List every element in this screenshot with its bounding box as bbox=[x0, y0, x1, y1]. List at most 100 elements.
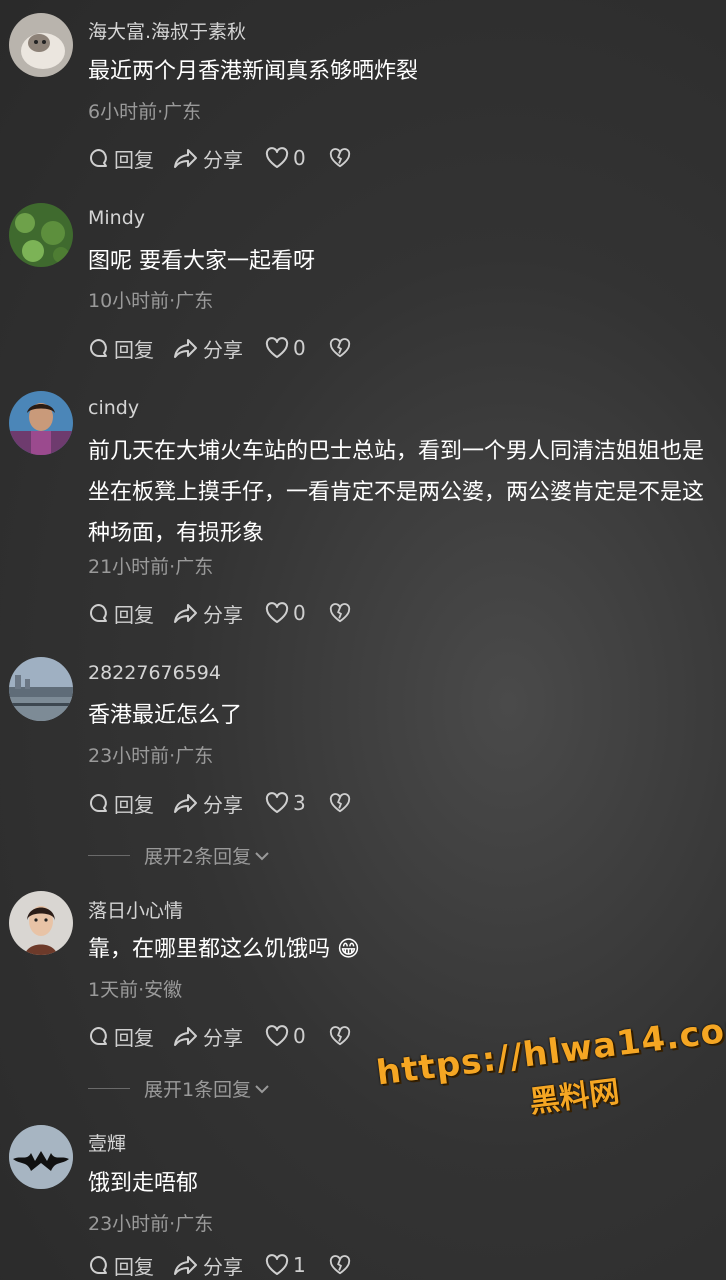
divider-line bbox=[88, 1088, 130, 1089]
broken-heart-icon bbox=[329, 603, 350, 623]
like-count: 1 bbox=[293, 1253, 306, 1277]
like-button[interactable]: 0 bbox=[265, 336, 306, 360]
like-button[interactable]: 1 bbox=[265, 1253, 306, 1277]
reply-bubble-icon bbox=[90, 1256, 107, 1274]
comment-meta: 10小时前·广东 bbox=[88, 290, 214, 312]
share-button[interactable]: 分享 bbox=[173, 144, 243, 173]
broken-heart-icon bbox=[329, 793, 350, 813]
share-button[interactable]: 分享 bbox=[173, 789, 243, 818]
like-count: 0 bbox=[293, 146, 306, 170]
expand-replies-button[interactable]: 展开2条回复 bbox=[88, 842, 271, 869]
expand-replies-label: 展开1条回复 bbox=[144, 1079, 252, 1101]
avatar[interactable] bbox=[9, 203, 73, 267]
reply-bubble-icon bbox=[90, 1027, 107, 1045]
share-button[interactable]: 分享 bbox=[173, 599, 243, 628]
chevron-down-icon bbox=[255, 1084, 269, 1093]
watermark: https://hlwa14.com 黑料网 bbox=[374, 1007, 726, 1140]
comment-actions: 回复 分享 3 bbox=[88, 788, 351, 818]
divider-line bbox=[88, 855, 130, 856]
dislike-button[interactable] bbox=[329, 338, 351, 358]
like-count: 0 bbox=[293, 601, 306, 625]
comment-actions: 回复 分享 0 bbox=[88, 1021, 351, 1051]
comment-text: 香港最近怎么了 bbox=[88, 703, 243, 728]
reply-label: 回复 bbox=[114, 792, 154, 817]
like-count: 0 bbox=[293, 336, 306, 360]
avatar[interactable] bbox=[9, 891, 73, 955]
comment-meta: 6小时前·广东 bbox=[88, 101, 202, 123]
share-arrow-icon bbox=[174, 339, 197, 358]
comment-meta: 1天前·安徽 bbox=[88, 979, 183, 1001]
heart-icon bbox=[265, 792, 289, 813]
broken-heart-icon bbox=[329, 1255, 350, 1275]
like-button[interactable]: 0 bbox=[265, 1024, 306, 1048]
expand-replies-button[interactable]: 展开1条回复 bbox=[88, 1075, 271, 1102]
reply-button[interactable]: 回复 bbox=[88, 334, 154, 363]
broken-heart-icon bbox=[329, 148, 350, 168]
username[interactable]: 壹輝 bbox=[88, 1129, 126, 1156]
share-button[interactable]: 分享 bbox=[173, 334, 243, 363]
like-count: 0 bbox=[293, 1024, 306, 1048]
reply-label: 回复 bbox=[114, 602, 154, 627]
heart-icon bbox=[265, 1254, 289, 1275]
share-label: 分享 bbox=[203, 792, 243, 817]
like-count: 3 bbox=[293, 791, 306, 815]
reply-bubble-icon bbox=[90, 794, 107, 812]
share-label: 分享 bbox=[203, 337, 243, 362]
username[interactable]: 28227676594 bbox=[88, 662, 221, 684]
share-label: 分享 bbox=[203, 147, 243, 172]
comment-meta: 21小时前·广东 bbox=[88, 556, 214, 578]
share-button[interactable]: 分享 bbox=[173, 1022, 243, 1051]
avatar[interactable] bbox=[9, 1125, 73, 1189]
avatar[interactable] bbox=[9, 657, 73, 721]
comment-actions: 回复 分享 0 bbox=[88, 143, 351, 173]
chevron-down-icon bbox=[255, 851, 269, 860]
like-button[interactable]: 0 bbox=[265, 601, 306, 625]
dislike-button[interactable] bbox=[329, 603, 351, 623]
dislike-button[interactable] bbox=[329, 793, 351, 813]
reply-bubble-icon bbox=[90, 149, 107, 167]
share-arrow-icon bbox=[174, 1256, 197, 1275]
avatar[interactable] bbox=[9, 13, 73, 77]
heart-icon bbox=[265, 1025, 289, 1046]
dislike-button[interactable] bbox=[329, 1255, 351, 1275]
comment-meta: 23小时前·广东 bbox=[88, 1213, 214, 1235]
broken-heart-icon bbox=[329, 1026, 350, 1046]
comment-text: 最近两个月香港新闻真系够晒炸裂 bbox=[88, 59, 419, 84]
share-label: 分享 bbox=[203, 602, 243, 627]
reply-label: 回复 bbox=[114, 1254, 154, 1279]
like-button[interactable]: 0 bbox=[265, 146, 306, 170]
reply-button[interactable]: 回复 bbox=[88, 1022, 154, 1051]
username[interactable]: 落日小心情 bbox=[88, 896, 183, 923]
heart-icon bbox=[265, 147, 289, 168]
dislike-button[interactable] bbox=[329, 148, 351, 168]
username[interactable]: 海大富.海叔于素秋 bbox=[88, 17, 246, 44]
comment-text: 前几天在大埔火车站的巴士总站，看到一个男人同清洁姐姐也是坐在板凳上摸手仔，一看肯… bbox=[88, 439, 705, 546]
comment-text: 靠，在哪里都这么饥饿吗 😁 bbox=[88, 937, 360, 962]
like-button[interactable]: 3 bbox=[265, 791, 306, 815]
username[interactable]: cindy bbox=[88, 397, 139, 419]
avatar[interactable] bbox=[9, 391, 73, 455]
comment-text: 饿到走唔郁 bbox=[88, 1171, 199, 1196]
comment-actions: 回复 分享 1 bbox=[88, 1250, 351, 1280]
share-button[interactable]: 分享 bbox=[173, 1251, 243, 1280]
reply-bubble-icon bbox=[90, 339, 107, 357]
broken-heart-icon bbox=[329, 338, 350, 358]
reply-label: 回复 bbox=[114, 1025, 154, 1050]
share-arrow-icon bbox=[174, 604, 197, 623]
comment-meta: 23小时前·广东 bbox=[88, 745, 214, 767]
heart-icon bbox=[265, 602, 289, 623]
share-label: 分享 bbox=[203, 1254, 243, 1279]
username[interactable]: Mindy bbox=[88, 207, 145, 229]
reply-button[interactable]: 回复 bbox=[88, 789, 154, 818]
expand-replies-label: 展开2条回复 bbox=[144, 846, 252, 868]
comment-actions: 回复 分享 0 bbox=[88, 333, 351, 363]
reply-button[interactable]: 回复 bbox=[88, 1251, 154, 1280]
share-arrow-icon bbox=[174, 794, 197, 813]
dislike-button[interactable] bbox=[329, 1026, 351, 1046]
reply-label: 回复 bbox=[114, 337, 154, 362]
reply-bubble-icon bbox=[90, 604, 107, 622]
reply-button[interactable]: 回复 bbox=[88, 599, 154, 628]
reply-button[interactable]: 回复 bbox=[88, 144, 154, 173]
comment-text: 图呢 要看大家一起看呀 bbox=[88, 249, 315, 274]
share-arrow-icon bbox=[174, 149, 197, 168]
